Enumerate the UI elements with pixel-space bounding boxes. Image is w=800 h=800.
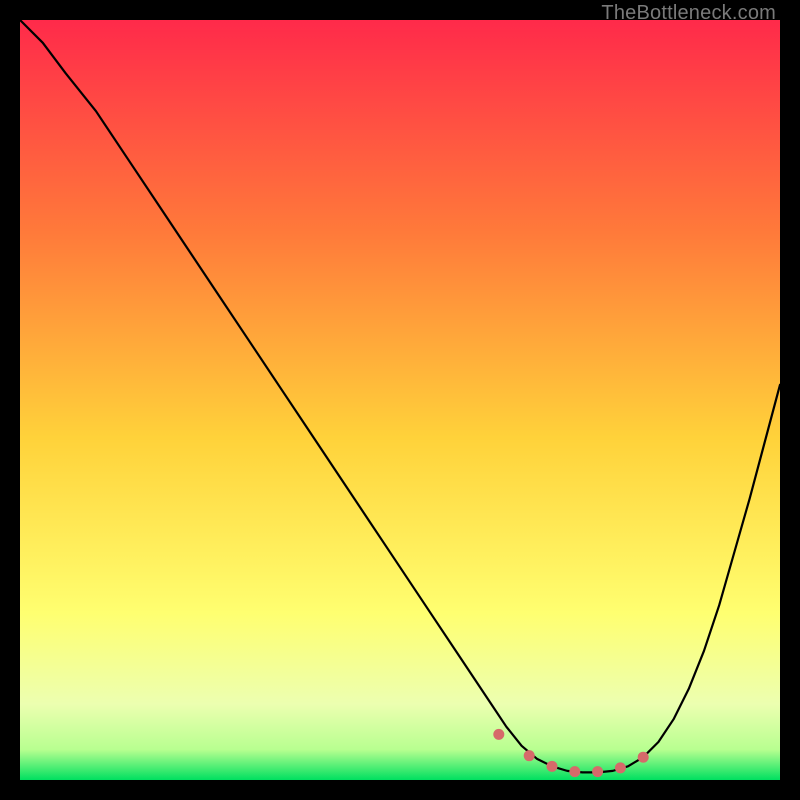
- optimal-marker: [569, 766, 580, 777]
- optimal-marker: [547, 761, 558, 772]
- optimal-marker: [638, 752, 649, 763]
- optimal-marker: [493, 729, 504, 740]
- optimal-marker: [592, 766, 603, 777]
- chart-frame: [20, 20, 780, 780]
- optimal-marker: [524, 750, 535, 761]
- optimal-marker: [615, 762, 626, 773]
- watermark-text: TheBottleneck.com: [601, 2, 776, 25]
- chart-plot: [20, 20, 780, 780]
- gradient-background: [20, 20, 780, 780]
